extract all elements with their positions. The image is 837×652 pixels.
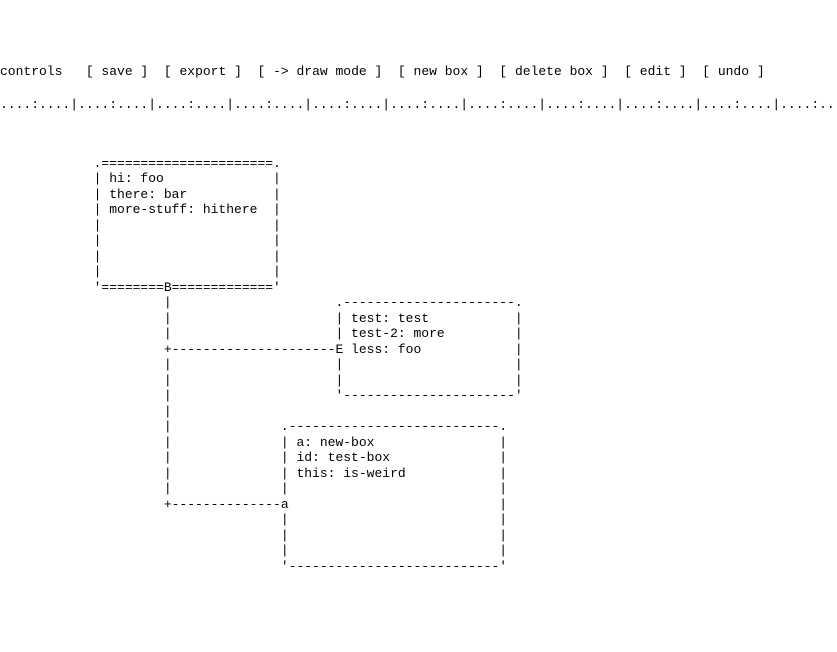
undo-button[interactable]: [ undo ] — [702, 64, 764, 80]
toolbar: controls [ save ] [ export ] [ -> draw m… — [0, 62, 837, 82]
save-button[interactable]: [ save ] — [86, 64, 148, 80]
canvas-line: | .----------------------. — [0, 295, 837, 311]
controls-label: controls — [0, 64, 62, 80]
edit-button[interactable]: [ edit ] — [624, 64, 686, 80]
canvas-line: | | — [0, 264, 837, 280]
ascii-canvas[interactable]: .======================. | hi: foo | | t… — [0, 156, 837, 575]
canvas-line: | | — [0, 543, 837, 559]
canvas-line: | | | — [0, 357, 837, 373]
ruler: ....:....|....:....|....:....|....:....|… — [0, 97, 837, 113]
canvas-line: | | | — [0, 481, 837, 497]
canvas-line: | .---------------------------. — [0, 419, 837, 435]
canvas-line: | | — [0, 249, 837, 265]
canvas-line: | | test-2: more | — [0, 326, 837, 342]
canvas-line: | | this: is-weird | — [0, 466, 837, 482]
canvas-line: | | | — [0, 373, 837, 389]
delete-box-button[interactable]: [ delete box ] — [499, 64, 608, 80]
canvas-line: | there: bar | — [0, 187, 837, 203]
canvas-line: '========B=============' — [0, 280, 837, 296]
export-button[interactable]: [ export ] — [164, 64, 242, 80]
canvas-line: | | — [0, 233, 837, 249]
canvas-line: +---------------------E less: foo | — [0, 342, 837, 358]
new-box-button[interactable]: [ new box ] — [398, 64, 484, 80]
draw-mode-button[interactable]: [ -> draw mode ] — [257, 64, 382, 80]
canvas-line: | more-stuff: hithere | — [0, 202, 837, 218]
canvas-line: | | id: test-box | — [0, 450, 837, 466]
canvas-line: +--------------a | — [0, 497, 837, 513]
canvas-line: | | — [0, 218, 837, 234]
canvas-line: | | a: new-box | — [0, 435, 837, 451]
canvas-line: | | — [0, 512, 837, 528]
canvas-line: | '----------------------' — [0, 388, 837, 404]
canvas-line: | | — [0, 528, 837, 544]
canvas-line: | — [0, 404, 837, 420]
canvas-line: | hi: foo | — [0, 171, 837, 187]
canvas-line: '---------------------------' — [0, 559, 837, 575]
canvas-line: | | test: test | — [0, 311, 837, 327]
canvas-line: .======================. — [0, 156, 837, 172]
spacer — [0, 128, 837, 140]
